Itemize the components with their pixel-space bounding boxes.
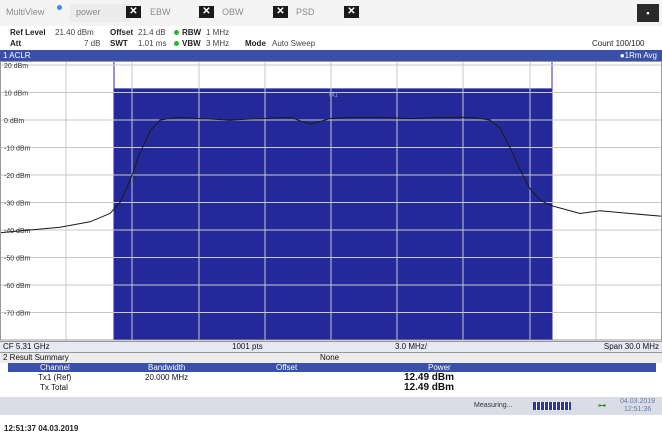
att-label: Att <box>10 39 22 48</box>
window-title: 1 ACLR <box>3 51 31 60</box>
swt-value[interactable]: 1.01 ms <box>138 39 166 48</box>
tab-power[interactable]: power <box>70 4 130 22</box>
close-tab-obw-icon[interactable]: ✕ <box>273 6 288 18</box>
y-tick-label: -60 dBm <box>4 283 31 290</box>
center-frequency[interactable]: CF 5.31 GHz <box>3 342 50 351</box>
spectrum-chart: 20 dBm10 dBm0 dBm-10 dBm-20 dBm-30 dBm-4… <box>0 61 662 341</box>
offset-value[interactable]: 21.4 dB <box>138 28 166 37</box>
ref-level-label: Ref Level <box>10 28 46 37</box>
y-tick-label: -30 dBm <box>4 201 31 208</box>
tab-ebw[interactable]: EBW <box>150 7 171 17</box>
result-summary-header: Channel Bandwidth Offset Power <box>8 363 656 372</box>
tab-psd[interactable]: PSD <box>296 7 315 17</box>
result-summary-title: 2 Result Summary <box>3 353 69 362</box>
measuring-status: Measuring... <box>474 402 513 409</box>
sweep-count: Count 100/100 <box>592 39 645 48</box>
header-channel: Channel <box>40 363 70 372</box>
connection-icon: ⊶ <box>598 401 606 410</box>
tab-multiview[interactable]: MultiView <box>6 7 44 17</box>
frequency-axis-bar: CF 5.31 GHz 1001 pts 3.0 MHz/ Span 30.0 … <box>0 341 662 352</box>
spectrum-plot[interactable]: 20 dBm 10 dBm 0 dBm -10 dBm -20 dBm -30 dBm -4… <box>0 61 662 341</box>
active-indicator-icon <box>57 5 62 10</box>
y-tick-label: 20 dBm <box>4 63 28 70</box>
screenshot-timestamp: 12:51:37 04.03.2019 <box>4 424 79 433</box>
close-tab-psd-icon[interactable]: ✕ <box>344 6 359 18</box>
header-offset: Offset <box>276 363 298 372</box>
progress-bar <box>533 402 571 410</box>
y-tick-label: 0 dBm <box>4 118 24 125</box>
frequency-per-division: 3.0 MHz/ <box>395 342 428 351</box>
mode-value[interactable]: Auto Sweep <box>272 39 315 48</box>
header-power: Power <box>428 363 451 372</box>
row-bandwidth: 20.000 MHz <box>145 373 189 382</box>
table-row: Tx Total 12.49 dBm <box>8 382 656 393</box>
y-tick-label: -50 dBm <box>4 256 31 263</box>
vbw-coupled-icon <box>174 41 179 46</box>
vbw-label: VBW <box>182 39 201 48</box>
offset-label: Offset <box>110 28 134 37</box>
channel-label: Tx1 <box>328 92 339 98</box>
tab-bar: MultiView power ✕ EBW ✕ OBW ✕ PSD ✕ ▪ <box>0 0 662 27</box>
ref-level-value[interactable]: 21.40 dBm <box>55 28 94 37</box>
close-tab-power-icon[interactable]: ✕ <box>126 6 141 18</box>
close-tab-ebw-icon[interactable]: ✕ <box>199 6 214 18</box>
result-summary-title-bar: 2 Result Summary None <box>0 352 662 363</box>
row-channel: Tx Total <box>40 383 68 392</box>
y-tick-label: -20 dBm <box>4 173 31 180</box>
mode-label: Mode <box>245 39 266 48</box>
vbw-value[interactable]: 3 MHz <box>206 39 229 48</box>
swt-label: SWT <box>110 39 128 48</box>
result-summary-center: None <box>320 353 340 362</box>
status-time: 12:51:36 <box>624 406 652 413</box>
row-power: 12.49 dBm <box>404 382 455 393</box>
aclr-window-title-bar: 1 ACLR ●1Rm Avg <box>0 50 662 61</box>
menu-button[interactable]: ▪ <box>637 4 659 22</box>
frequency-span[interactable]: Span 30.0 MHz <box>604 342 659 351</box>
status-date: 04.03.2019 <box>620 398 656 405</box>
rbw-label: RBW <box>182 28 202 37</box>
row-channel: Tx1 (Ref) <box>38 373 72 382</box>
tab-obw[interactable]: OBW <box>222 7 244 17</box>
rbw-coupled-icon <box>174 30 179 35</box>
channel-bar <box>114 88 552 340</box>
header-bandwidth: Bandwidth <box>148 363 186 372</box>
y-tick-label: 10 dBm <box>4 91 28 98</box>
measurement-settings: Ref Level 21.40 dBm Offset 21.4 dB RBW 1… <box>0 26 662 50</box>
status-bar: Measuring... ⊶ 04.03.2019 12:51:36 <box>0 397 662 415</box>
sweep-points: 1001 pts <box>232 342 263 351</box>
rbw-value[interactable]: 1 MHz <box>206 28 229 37</box>
trace-indicator: ●1Rm Avg <box>619 51 657 60</box>
y-tick-label: -10 dBm <box>4 146 31 153</box>
y-tick-label: -70 dBm <box>4 311 31 318</box>
table-row: Tx1 (Ref) 20.000 MHz 12.49 dBm <box>8 372 656 383</box>
att-value[interactable]: 7 dB <box>84 39 100 48</box>
